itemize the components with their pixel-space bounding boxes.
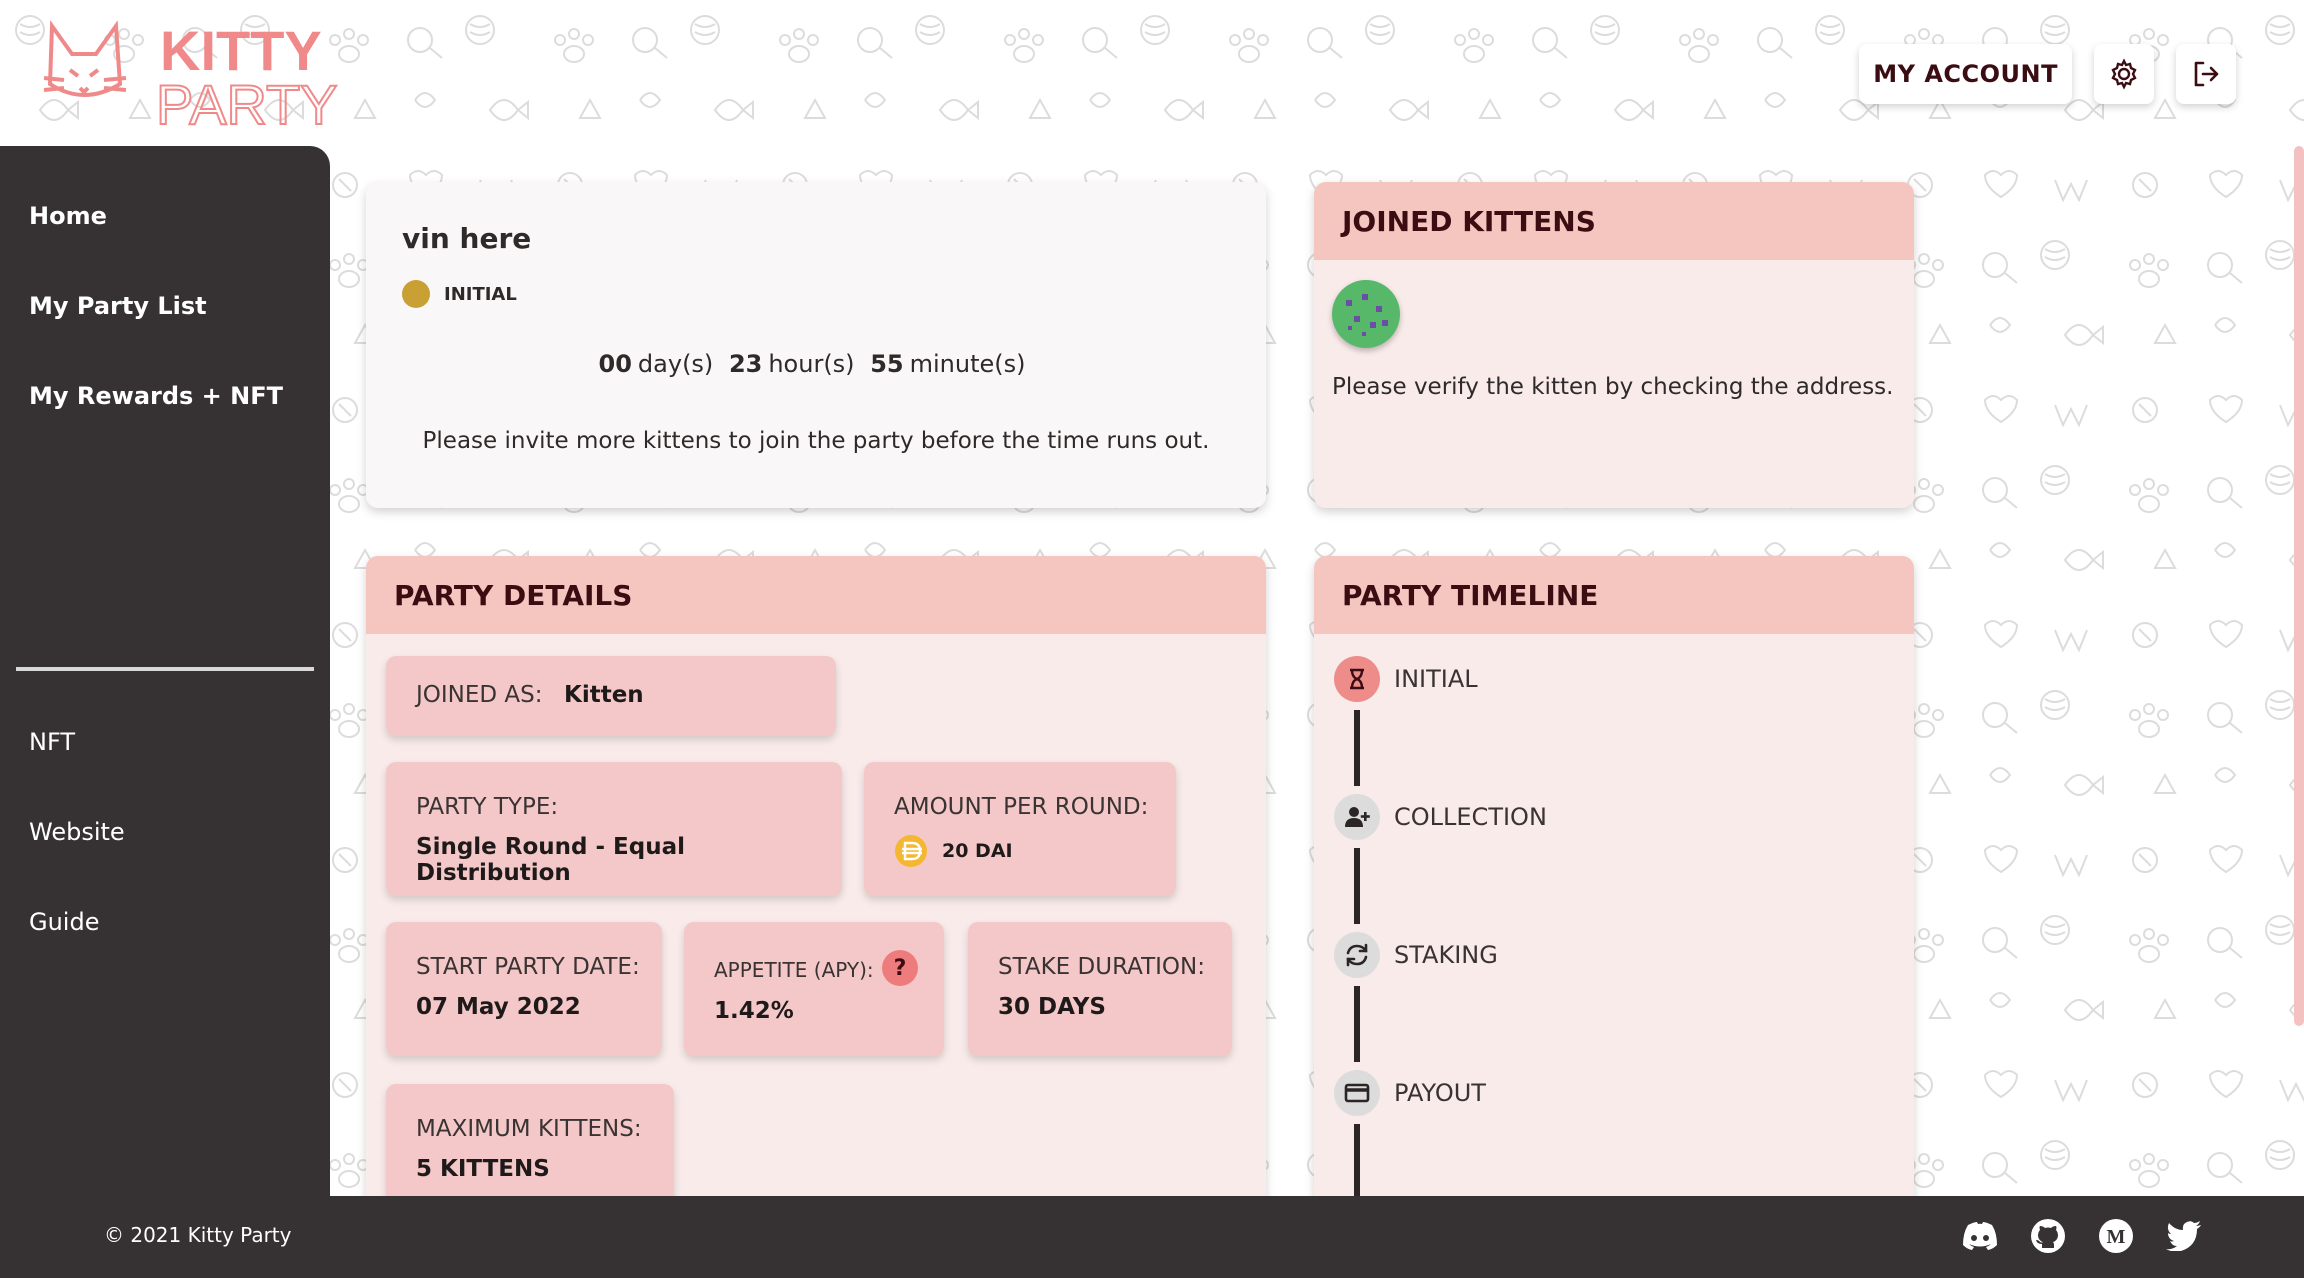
countdown-days: 00 [598,350,632,378]
joined-kittens-card: JOINED KITTENS Please verify the kitten … [1314,182,1914,508]
timeline-step-staking: STAKING [1334,932,1498,978]
amount-value: 20 DAI [942,840,1013,862]
my-account-button[interactable]: MY ACCOUNT [1859,44,2072,104]
party-timeline-card: PARTY TIMELINE INITIAL COLLECTION STAKIN… [1314,556,1914,1216]
sidebar: Home My Party List My Rewards + NFT NFT … [0,146,330,1196]
countdown-days-unit: day(s) [637,350,714,378]
copyright-text: © 2021 Kitty Party [104,1223,292,1247]
countdown-timer: 00 day(s) 23 hour(s) 55 minute(s) [366,350,1266,378]
joined-as-chip: JOINED AS: Kitten [386,656,836,736]
party-details-card: PARTY DETAILS JOINED AS: Kitten PARTY TY… [366,556,1266,1216]
timeline-step-label: INITIAL [1394,665,1478,693]
sidebar-item-home[interactable]: Home [29,202,107,230]
apy-value: 1.42% [714,998,794,1024]
amount-chip: AMOUNT PER ROUND: 20 DAI [864,762,1176,896]
start-date-value: 07 May 2022 [416,994,581,1020]
amount-label: AMOUNT PER ROUND: [894,794,1149,820]
party-type-value: Single Round - Equal Distribution [416,834,686,886]
countdown-hours: 23 [728,350,763,378]
svg-text:M: M [2107,1226,2126,1248]
countdown-hours-unit: hour(s) [768,350,855,378]
timeline-step-label: STAKING [1394,941,1498,969]
social-links: M [1960,1216,2204,1256]
header-actions: MY ACCOUNT [1859,44,2236,104]
verify-message: Please verify the kitten by checking the… [1332,374,1894,400]
apy-chip: APPETITE (APY): ? 1.42% [684,922,944,1056]
timeline-step-initial: INITIAL [1334,656,1478,702]
settings-button[interactable] [2094,44,2154,104]
hourglass-icon [1334,656,1380,702]
max-kittens-value: 5 KITTENS [416,1156,550,1182]
party-type-label: PARTY TYPE: [416,794,559,820]
max-kittens-label: MAXIMUM KITTENS: [416,1116,642,1142]
status-indicator: INITIAL [402,280,517,308]
medium-icon[interactable]: M [2096,1216,2136,1256]
sidebar-divider [16,667,314,671]
app-page: KITTY PARTY MY ACCOUNT Home My Party Lis… [0,0,2304,1278]
joined-kittens-title: JOINED KITTENS [1314,182,1914,260]
sidebar-item-website[interactable]: Website [29,818,125,846]
countdown-minutes-unit: minute(s) [909,350,1026,378]
stake-duration-value: 30 DAYS [998,994,1106,1020]
sidebar-item-nft[interactable]: NFT [29,728,75,756]
timeline-connector [1354,986,1360,1062]
github-icon[interactable] [2028,1216,2068,1256]
party-details-title: PARTY DETAILS [366,556,1266,634]
twitter-icon[interactable] [2164,1216,2204,1256]
timeline-step-label: COLLECTION [1394,803,1547,831]
sync-icon [1334,932,1380,978]
apy-help-icon[interactable]: ? [882,950,918,986]
party-status-card: vin here INITIAL 00 day(s) 23 hour(s) 55 mi… [366,182,1266,508]
status-label: INITIAL [444,283,517,305]
apy-label: APPETITE (APY): [714,958,874,982]
timeline-step-label: PAYOUT [1394,1079,1486,1107]
joined-as-label: JOINED AS: [416,682,543,708]
stake-duration-label: STAKE DURATION: [998,954,1205,980]
sidebar-item-my-party-list[interactable]: My Party List [29,292,207,320]
party-name: vin here [402,222,532,255]
status-dot-icon [402,280,430,308]
countdown-minutes: 55 [870,350,904,378]
add-user-icon [1334,794,1380,840]
party-type-chip: PARTY TYPE: Single Round - Equal Distrib… [386,762,842,896]
timeline-connector [1354,710,1360,786]
timeline-step-collection: COLLECTION [1334,794,1547,840]
invite-message: Please invite more kittens to join the p… [422,428,1210,454]
start-date-chip: START PARTY DATE: 07 May 2022 [386,922,662,1056]
page-scrollbar[interactable] [2294,146,2304,1026]
start-date-label: START PARTY DATE: [416,954,640,980]
joined-as-value: Kitten [564,682,644,708]
gear-icon [2111,58,2137,90]
logout-icon [2194,61,2219,87]
timeline-connector [1354,848,1360,924]
sidebar-item-guide[interactable]: Guide [29,908,99,936]
party-timeline-title: PARTY TIMELINE [1314,556,1914,634]
kitty-party-logo[interactable]: KITTY PARTY [44,14,364,134]
discord-icon[interactable] [1960,1216,2000,1256]
kitten-avatar[interactable] [1332,280,1400,348]
sidebar-item-my-rewards[interactable]: My Rewards + NFT [29,382,283,410]
stake-duration-chip: STAKE DURATION: 30 DAYS [968,922,1232,1056]
footer: © 2021 Kitty Party M [0,1196,2304,1278]
logout-button[interactable] [2176,44,2236,104]
logo-text-party: PARTY [156,73,338,134]
timeline-step-payout: PAYOUT [1334,1070,1486,1116]
dai-icon [895,835,927,867]
card-icon [1334,1070,1380,1116]
